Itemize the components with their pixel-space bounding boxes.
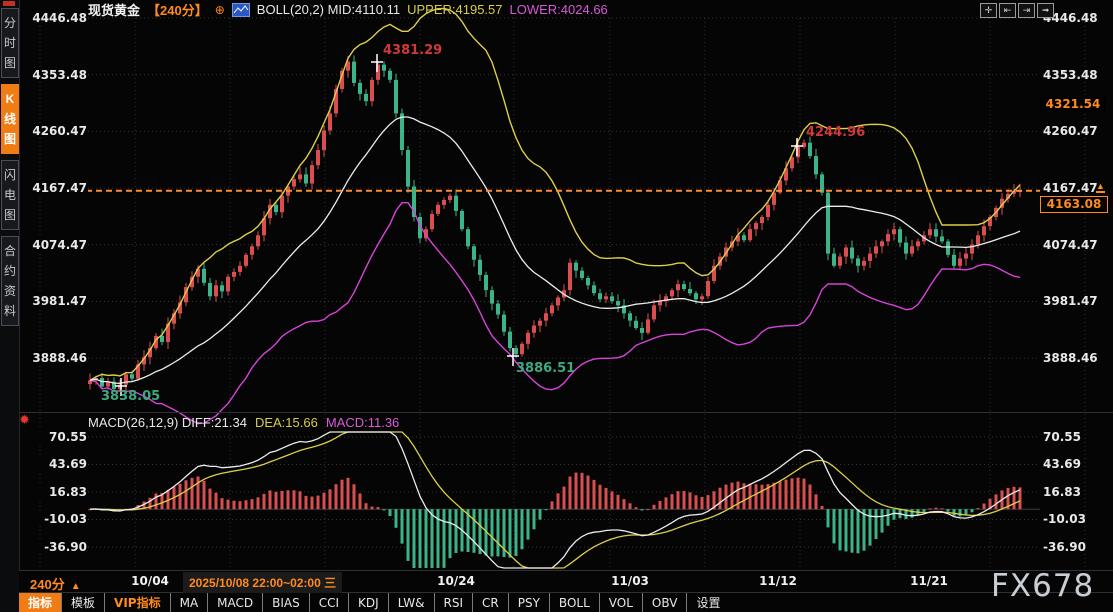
axis-tick-label: 3981.47 — [1043, 294, 1107, 308]
zoom-in-range-icon[interactable]: ⇥ — [1018, 3, 1035, 18]
upper-mark-price-box: 4321.54 — [1040, 97, 1106, 112]
toolbar-item-15[interactable]: OBV — [642, 593, 687, 612]
boll-lower-label: LOWER:4024.66 — [510, 2, 608, 17]
mini-chart-icon[interactable] — [232, 3, 250, 17]
axis-tick-label: 43.69 — [1043, 457, 1107, 471]
toolbar-item-1[interactable]: 指标 — [19, 593, 61, 612]
toolbar-item-11[interactable]: CR — [472, 593, 508, 612]
x-axis-tick: 11/03 — [611, 574, 649, 588]
time-axis-bar: 240分 ▲ 2025/10/08 22:00~02:00 三 10/04 10/2… — [19, 571, 1113, 592]
symbol-name: 现货黄金 — [88, 0, 140, 19]
axis-tick-label: 4074.47 — [1043, 238, 1107, 252]
toolbar-item-12[interactable]: PSY — [508, 593, 549, 612]
toolbar-item-7[interactable]: CCI — [309, 593, 348, 612]
pane-separator — [19, 412, 1113, 413]
axis-tick-label: 4260.47 — [30, 124, 88, 138]
price-annotation: 3886.51 — [516, 361, 575, 376]
axis-tick-label: 4353.48 — [1043, 68, 1107, 82]
axis-tick-label: 3888.46 — [30, 351, 88, 365]
hovered-candle-time: 2025/10/08 22:00~02:00 三 — [183, 572, 342, 593]
kline-chart-canvas[interactable] — [0, 0, 1113, 612]
zoom-out-range-icon[interactable]: ⇤ — [999, 3, 1016, 18]
period-selector[interactable]: 240分 ▲ — [30, 574, 81, 593]
macd-value-label: MACD:11.36 — [326, 415, 399, 430]
x-axis-tick: 11/12 — [759, 574, 797, 588]
axis-tick-label: 70.55 — [1043, 430, 1107, 444]
toolbar-item-13[interactable]: BOLL — [549, 593, 599, 612]
goto-latest-icon[interactable]: ➟ — [1037, 3, 1054, 18]
period-badge: 【240分】 — [147, 0, 208, 19]
indicator-toolbar: 指标模板VIP指标MAMACDBIASCCIKDJLW&RSICRPSYBOLL… — [19, 593, 729, 612]
price-annotation: 4244.96 — [806, 125, 865, 140]
period-selector-label: 240分 — [30, 577, 65, 592]
price-scroll-arrow-icon[interactable]: ▲ — [1096, 181, 1105, 193]
toolbar-item-9[interactable]: LW& — [388, 593, 434, 612]
axis-tick-label: 4074.47 — [30, 238, 88, 252]
toolbar-item-8[interactable]: KDJ — [348, 593, 388, 612]
axis-tick-label: 3981.47 — [30, 294, 88, 308]
axis-tick-label: 4260.47 — [1043, 124, 1107, 138]
pan-crosshair-icon[interactable]: ✛ — [980, 3, 997, 18]
toolbar-item-4[interactable]: MA — [170, 593, 208, 612]
axis-tick-label: -10.03 — [1043, 512, 1107, 526]
axis-tick-label: -10.03 — [30, 512, 88, 526]
chart-tool-icons: ✛⇤⇥➟ — [980, 3, 1054, 18]
toolbar-item-2[interactable]: 模板 — [61, 593, 104, 612]
axis-tick-label: 43.69 — [30, 457, 88, 471]
macd-dea-label: DEA:15.66 — [255, 415, 318, 430]
macd-main-label: MACD(26,12,9) DIFF:21.34 — [88, 415, 247, 430]
toolbar-item-16[interactable]: 设置 — [686, 593, 729, 612]
boll-mid-label: BOLL(20,2) MID:4110.11 — [257, 2, 400, 17]
chart-header: 现货黄金 【240分】 ⊕ BOLL(20,2) MID:4110.11 UPP… — [88, 1, 608, 18]
axis-tick-label: -36.90 — [30, 540, 88, 554]
last-price-box: 4163.08 — [1040, 196, 1108, 213]
crosshair-circle-icon[interactable]: ⊕ — [215, 3, 225, 17]
x-axis-tick: 11/21 — [910, 574, 948, 588]
x-axis-tick: 10/24 — [437, 574, 475, 588]
toolbar-item-5[interactable]: MACD — [207, 593, 262, 612]
axis-tick-label: 4353.48 — [30, 68, 88, 82]
toolbar-item-6[interactable]: BIAS — [262, 593, 309, 612]
toolbar-item-14[interactable]: VOL — [599, 593, 642, 612]
axis-tick-label: 70.55 — [30, 430, 88, 444]
axis-tick-label: 16.83 — [30, 485, 88, 499]
toolbar-item-10[interactable]: RSI — [434, 593, 473, 612]
axis-tick-label: 4167.47 — [30, 181, 88, 195]
axis-tick-label: -36.90 — [1043, 540, 1107, 554]
toolbar-item-3[interactable]: VIP指标 — [104, 593, 170, 612]
price-annotation: 4381.29 — [383, 43, 442, 58]
x-axis-tick: 10/04 — [131, 574, 169, 588]
boll-upper-label: UPPER:4195.57 — [407, 2, 502, 17]
axis-tick-label: 3888.46 — [1043, 351, 1107, 365]
axis-tick-label: 4446.48 — [30, 11, 88, 25]
trading-app-window: 分时图K线图闪电图合约资料 现货黄金 【240分】 ⊕ BOLL(20,2) M… — [0, 0, 1113, 612]
price-annotation: 3838.05 — [101, 389, 160, 404]
axis-tick-label: 16.83 — [1043, 485, 1107, 499]
macd-header: MACD(26,12,9) DIFF:21.34 DEA:15.66 MACD:… — [88, 415, 399, 430]
fx678-watermark: FX678 — [991, 568, 1094, 604]
indicator-marker-icon[interactable]: ✹ — [19, 413, 30, 427]
chevron-up-icon: ▲ — [71, 581, 81, 592]
